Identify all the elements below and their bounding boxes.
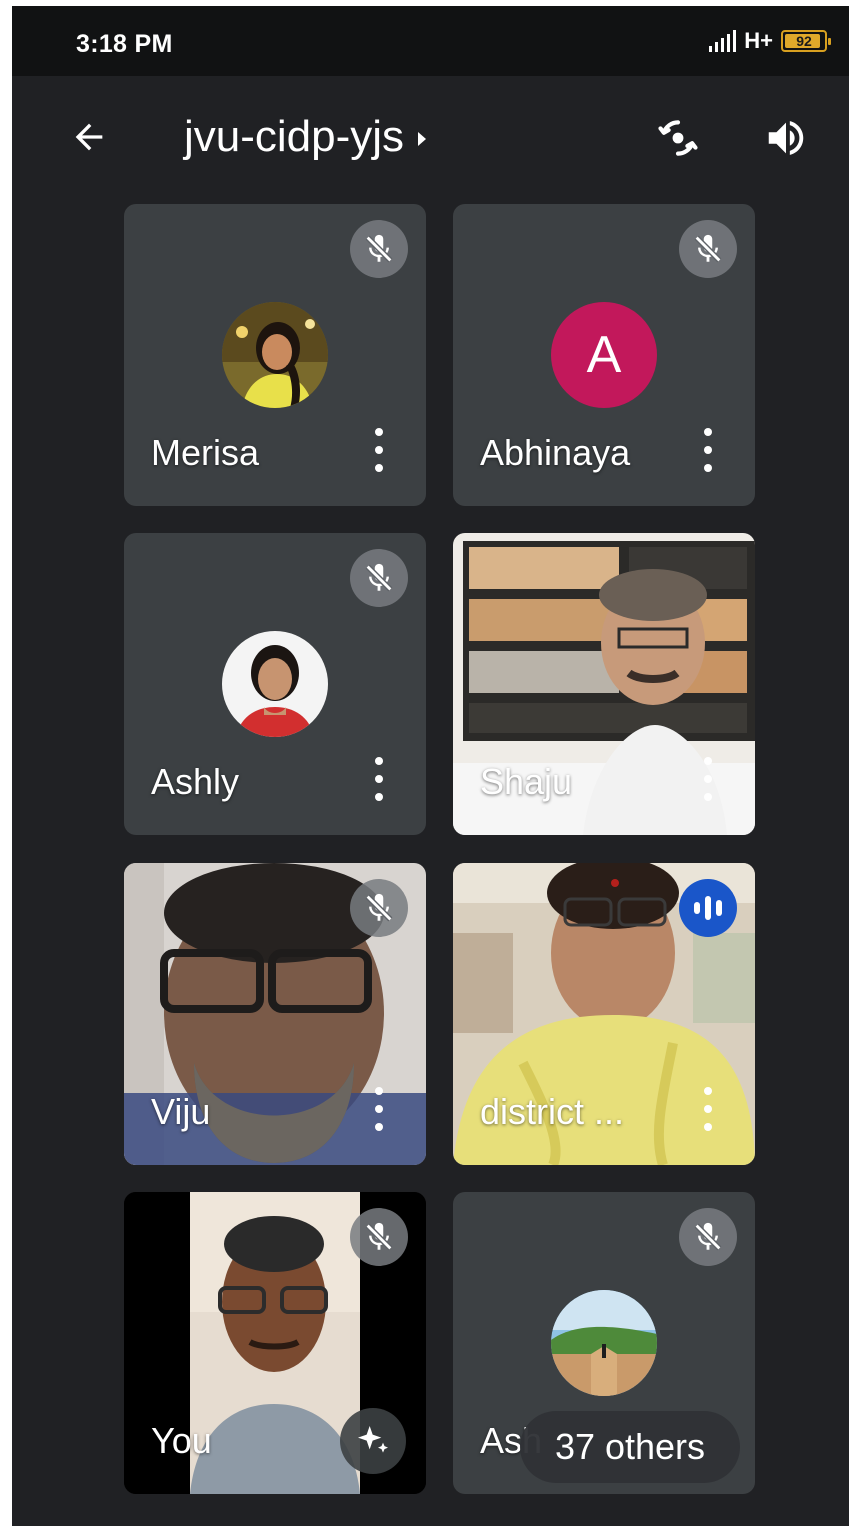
- meeting-code: jvu-cidp-yjs: [184, 112, 405, 161]
- participant-tile[interactable]: Merisa: [124, 204, 426, 506]
- caret-right-icon: [418, 132, 427, 146]
- signal-icon: [709, 30, 737, 52]
- more-options-button[interactable]: [372, 428, 386, 472]
- status-time: 3:18 PM: [76, 30, 173, 58]
- arrow-back-icon: [75, 123, 103, 151]
- participant-tile[interactable]: Shaju: [453, 533, 755, 835]
- battery-text: 92: [796, 33, 812, 49]
- avatar: [551, 1290, 657, 1396]
- status-indicators: H+ 92: [709, 28, 831, 54]
- participant-name: Shaju: [480, 761, 573, 802]
- more-options-button[interactable]: [701, 428, 715, 472]
- others-participants-chip[interactable]: 37 others: [520, 1411, 740, 1483]
- participant-name: Ashly: [151, 761, 240, 802]
- speaking-indicator-icon: [679, 879, 737, 937]
- switch-camera-button[interactable]: [652, 112, 704, 164]
- effects-button[interactable]: [340, 1408, 406, 1474]
- participant-name: Merisa: [151, 432, 260, 473]
- meeting-title-button[interactable]: jvu-cidp-yjs: [184, 112, 427, 162]
- mic-off-icon: [350, 549, 408, 607]
- participant-tile[interactable]: district ...: [453, 863, 755, 1165]
- participant-tile[interactable]: A Abhinaya: [453, 204, 755, 506]
- more-options-button[interactable]: [372, 757, 386, 801]
- mic-off-icon: [350, 220, 408, 278]
- participant-tile[interactable]: Ashly: [124, 533, 426, 835]
- participant-name: Viju: [151, 1091, 211, 1132]
- switch-camera-icon: [658, 120, 698, 156]
- meet-screen: 3:18 PM H+ 92 jvu-cidp-yjs Merisa A Abhi…: [12, 6, 849, 1526]
- avatar: [222, 631, 328, 737]
- speaker-icon: [768, 121, 804, 155]
- participant-name: Abhinaya: [480, 432, 631, 473]
- mic-off-icon: [350, 879, 408, 937]
- sparkle-effects-icon: [358, 1426, 388, 1453]
- participant-name: You: [151, 1420, 212, 1461]
- meeting-header: jvu-cidp-yjs: [12, 76, 849, 201]
- more-options-button[interactable]: [372, 1087, 386, 1131]
- avatar-initial: A: [551, 302, 657, 408]
- network-type: H+: [744, 28, 773, 53]
- participant-tile[interactable]: Viju: [124, 863, 426, 1165]
- mic-off-icon: [679, 220, 737, 278]
- more-options-button[interactable]: [701, 1087, 715, 1131]
- audio-output-button[interactable]: [760, 112, 812, 164]
- mic-off-icon: [350, 1208, 408, 1266]
- status-bar: 3:18 PM H+ 92: [12, 6, 849, 76]
- more-options-button[interactable]: [701, 757, 715, 801]
- avatar: [222, 302, 328, 408]
- mic-off-icon: [679, 1208, 737, 1266]
- back-button[interactable]: [64, 112, 114, 162]
- battery-icon: 92: [781, 30, 831, 52]
- self-tile[interactable]: You: [124, 1192, 426, 1494]
- participant-name: district ...: [480, 1091, 625, 1132]
